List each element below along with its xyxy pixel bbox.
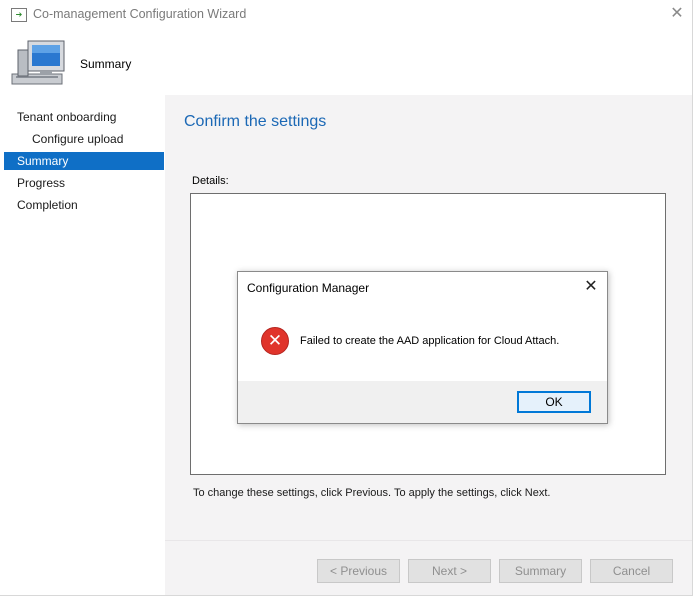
title-bar: ➔ Co-management Configuration Wizard ✕ bbox=[0, 0, 692, 30]
footer-divider bbox=[165, 540, 692, 541]
ok-button[interactable]: OK bbox=[517, 391, 591, 413]
previous-button[interactable]: < Previous bbox=[317, 559, 400, 583]
window-close-icon[interactable]: ✕ bbox=[668, 4, 686, 22]
header-title: Summary bbox=[80, 57, 132, 71]
wizard-header: Summary bbox=[0, 30, 692, 95]
sidebar-item-label: Tenant onboarding bbox=[17, 110, 117, 124]
next-button[interactable]: Next > bbox=[408, 559, 491, 583]
sidebar-item-label: Configure upload bbox=[32, 132, 124, 146]
dialog-title: Configuration Manager bbox=[247, 281, 370, 295]
sidebar-item-progress[interactable]: Progress bbox=[4, 174, 164, 192]
details-label: Details: bbox=[192, 175, 229, 187]
computer-icon bbox=[11, 40, 65, 85]
summary-button[interactable]: Summary bbox=[499, 559, 582, 583]
sidebar-item-completion[interactable]: Completion bbox=[4, 196, 164, 214]
wizard-footer: < Previous Next > Summary Cancel bbox=[165, 540, 692, 595]
sidebar-item-label: Summary bbox=[17, 154, 69, 168]
wizard-sidebar: Tenant onboarding Configure upload Summa… bbox=[0, 95, 165, 595]
error-dialog: Configuration Manager ✕ ✕ Failed to crea… bbox=[237, 271, 608, 424]
cancel-button[interactable]: Cancel bbox=[590, 559, 673, 583]
instructions-text: To change these settings, click Previous… bbox=[193, 487, 551, 499]
sidebar-item-tenant-onboarding[interactable]: Tenant onboarding bbox=[4, 108, 164, 126]
sidebar-item-label: Completion bbox=[17, 198, 78, 212]
error-icon: ✕ bbox=[261, 327, 289, 355]
page-title: Confirm the settings bbox=[184, 113, 327, 130]
wizard-window: ➔ Co-management Configuration Wizard ✕ S… bbox=[0, 0, 693, 596]
error-message: Failed to create the AAD application for… bbox=[300, 335, 560, 347]
sidebar-item-configure-upload[interactable]: Configure upload bbox=[4, 130, 164, 148]
window-title: Co-management Configuration Wizard bbox=[33, 7, 247, 21]
sidebar-item-summary[interactable]: Summary bbox=[4, 152, 164, 170]
dialog-footer: OK bbox=[238, 381, 607, 423]
dialog-close-icon[interactable]: ✕ bbox=[581, 276, 601, 296]
wizard-app-icon: ➔ bbox=[11, 8, 27, 22]
sidebar-item-label: Progress bbox=[17, 176, 66, 190]
